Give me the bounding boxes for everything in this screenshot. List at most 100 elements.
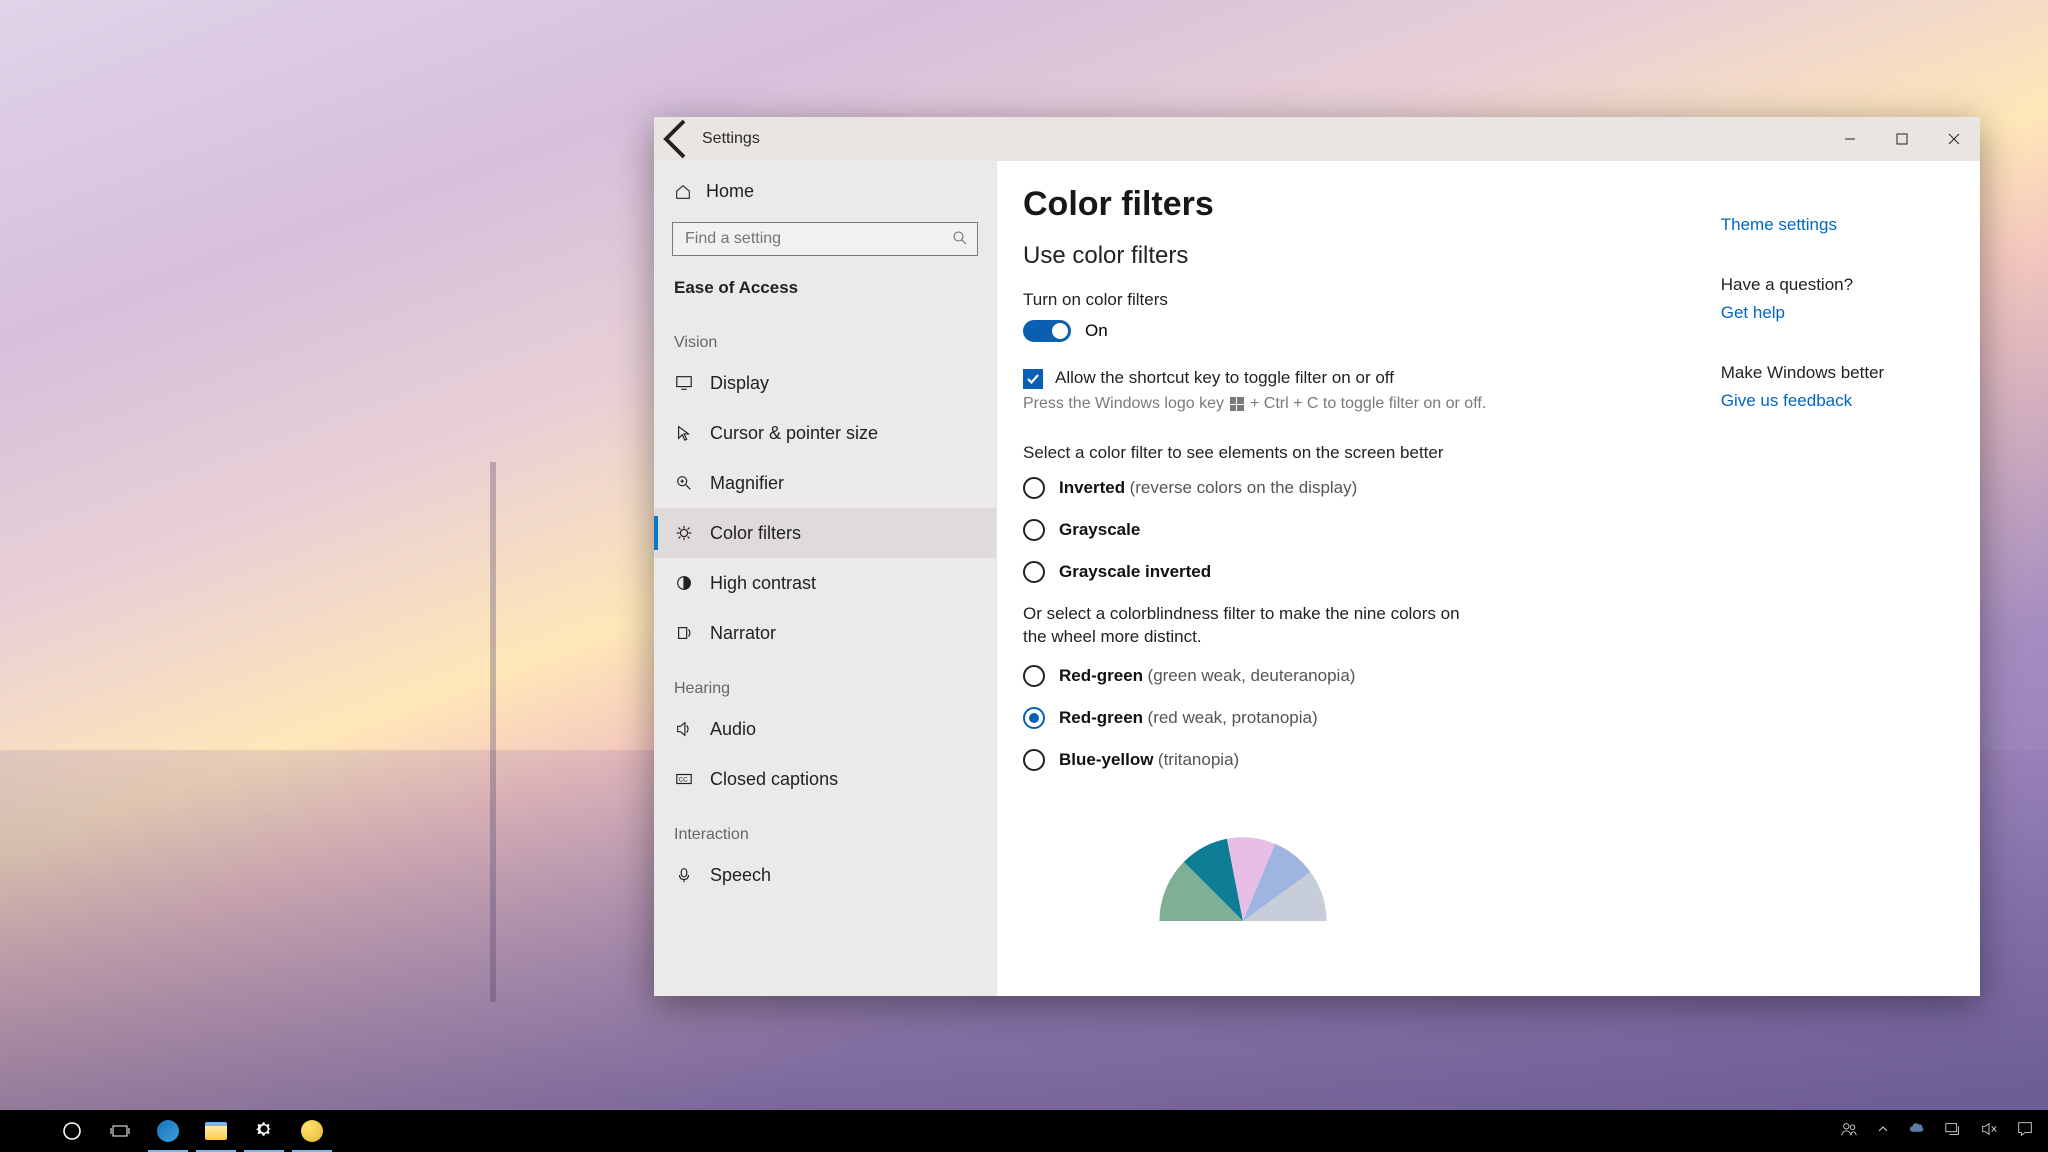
feedback-link[interactable]: Give us feedback bbox=[1721, 391, 1852, 410]
desktop: Settings Home Ease of Access Vision bbox=[0, 0, 2048, 1152]
cortana-icon bbox=[62, 1121, 82, 1141]
windows-icon bbox=[15, 1122, 33, 1140]
category-label: Ease of Access bbox=[654, 272, 996, 312]
sidebar-item-speech[interactable]: Speech bbox=[654, 850, 996, 900]
radio-protanopia[interactable]: Red-green (red weak, protanopia) bbox=[1023, 707, 1721, 729]
radio-icon bbox=[1023, 519, 1045, 541]
tray-chevron-icon[interactable] bbox=[1876, 1122, 1890, 1140]
sidebar-item-magnifier[interactable]: Magnifier bbox=[654, 458, 996, 508]
shortcut-checkbox[interactable] bbox=[1023, 369, 1043, 389]
taskbar-app-settings[interactable] bbox=[240, 1110, 288, 1152]
audio-icon bbox=[674, 719, 694, 739]
group-vision: Vision bbox=[654, 312, 996, 358]
task-view-button[interactable] bbox=[96, 1110, 144, 1152]
related-rail: Theme settings Have a question? Get help… bbox=[1721, 185, 1980, 996]
nav-label: Narrator bbox=[710, 623, 776, 644]
gear-icon bbox=[255, 1120, 273, 1143]
file-explorer-icon bbox=[205, 1122, 227, 1140]
radio-icon bbox=[1023, 749, 1045, 771]
group-hearing: Hearing bbox=[654, 658, 996, 704]
radio-inverted[interactable]: Inverted (reverse colors on the display) bbox=[1023, 477, 1721, 499]
sidebar-item-audio[interactable]: Audio bbox=[654, 704, 996, 754]
closed-captions-icon: CC bbox=[674, 769, 694, 789]
task-view-icon bbox=[110, 1121, 130, 1141]
minimize-button[interactable] bbox=[1824, 117, 1876, 161]
radio-tritanopia[interactable]: Blue-yellow (tritanopia) bbox=[1023, 749, 1721, 771]
cursor-icon bbox=[674, 423, 694, 443]
sidebar-item-closed-captions[interactable]: CC Closed captions bbox=[654, 754, 996, 804]
cortana-button[interactable] bbox=[48, 1110, 96, 1152]
people-icon[interactable] bbox=[1840, 1120, 1858, 1142]
toggle-state: On bbox=[1085, 321, 1108, 341]
onedrive-icon[interactable] bbox=[1908, 1120, 1926, 1142]
wallpaper-pole bbox=[490, 462, 496, 1002]
radio-icon bbox=[1023, 477, 1045, 499]
theme-settings-link[interactable]: Theme settings bbox=[1721, 215, 1837, 234]
close-button[interactable] bbox=[1928, 117, 1980, 161]
colorblindness-label: Or select a colorblindness filter to mak… bbox=[1023, 603, 1463, 649]
sidebar-item-high-contrast[interactable]: High contrast bbox=[654, 558, 996, 608]
nav-label: Color filters bbox=[710, 523, 801, 544]
content-area: Color filters Use color filters Turn on … bbox=[997, 161, 1980, 996]
svg-text:CC: CC bbox=[679, 777, 689, 784]
shortcut-checkbox-label: Allow the shortcut key to toggle filter … bbox=[1055, 368, 1394, 388]
taskbar-app-paint[interactable] bbox=[288, 1110, 336, 1152]
page-title: Color filters bbox=[1023, 185, 1721, 224]
color-filters-icon bbox=[674, 523, 694, 543]
search-input[interactable] bbox=[672, 222, 978, 256]
display-icon bbox=[674, 373, 694, 393]
narrator-icon bbox=[674, 623, 694, 643]
network-icon[interactable] bbox=[1944, 1120, 1962, 1142]
sidebar: Home Ease of Access Vision Display Curso… bbox=[654, 161, 997, 996]
search-icon bbox=[952, 230, 968, 246]
paint-icon bbox=[301, 1120, 323, 1142]
radio-grayscale-inverted[interactable]: Grayscale inverted bbox=[1023, 561, 1721, 583]
edge-icon bbox=[157, 1120, 179, 1142]
high-contrast-icon bbox=[674, 573, 694, 593]
main-panel: Color filters Use color filters Turn on … bbox=[1023, 185, 1721, 996]
home-button[interactable]: Home bbox=[654, 171, 996, 212]
maximize-button[interactable] bbox=[1876, 117, 1928, 161]
action-center-icon[interactable] bbox=[2016, 1120, 2034, 1142]
taskbar bbox=[0, 1110, 2048, 1152]
group-interaction: Interaction bbox=[654, 804, 996, 850]
taskbar-app-edge[interactable] bbox=[144, 1110, 192, 1152]
volume-muted-icon[interactable] bbox=[1980, 1120, 1998, 1142]
radio-icon bbox=[1023, 665, 1045, 687]
section-title: Use color filters bbox=[1023, 242, 1721, 270]
radio-deuteranopia[interactable]: Red-green (green weak, deuteranopia) bbox=[1023, 665, 1721, 687]
nav-label: Cursor & pointer size bbox=[710, 423, 878, 444]
question-heading: Have a question? bbox=[1721, 275, 1952, 295]
home-label: Home bbox=[706, 181, 754, 202]
radio-icon bbox=[1023, 561, 1045, 583]
nav-label: Closed captions bbox=[710, 769, 838, 790]
speech-icon bbox=[674, 865, 694, 885]
window-controls bbox=[1824, 117, 1980, 161]
get-help-link[interactable]: Get help bbox=[1721, 303, 1785, 322]
nav-label: Audio bbox=[710, 719, 756, 740]
radio-icon-selected bbox=[1023, 707, 1045, 729]
nav-label: Magnifier bbox=[710, 473, 784, 494]
window-title: Settings bbox=[702, 130, 760, 148]
back-button[interactable] bbox=[654, 115, 702, 163]
select-filter-label: Select a color filter to see elements on… bbox=[1023, 443, 1721, 463]
nav-label: Display bbox=[710, 373, 769, 394]
toggle-label: Turn on color filters bbox=[1023, 290, 1721, 310]
titlebar: Settings bbox=[654, 117, 1980, 161]
sidebar-item-display[interactable]: Display bbox=[654, 358, 996, 408]
sidebar-item-cursor[interactable]: Cursor & pointer size bbox=[654, 408, 996, 458]
shortcut-hint: Press the Windows logo key + Ctrl + C to… bbox=[1023, 395, 1721, 413]
taskbar-app-explorer[interactable] bbox=[192, 1110, 240, 1152]
nav-label: Speech bbox=[710, 865, 771, 886]
settings-window: Settings Home Ease of Access Vision bbox=[654, 117, 1980, 996]
radio-grayscale[interactable]: Grayscale bbox=[1023, 519, 1721, 541]
windows-key-icon bbox=[1230, 397, 1244, 411]
color-wheel-preview bbox=[1103, 831, 1383, 921]
sidebar-item-narrator[interactable]: Narrator bbox=[654, 608, 996, 658]
better-heading: Make Windows better bbox=[1721, 363, 1952, 383]
color-filters-toggle[interactable] bbox=[1023, 320, 1071, 342]
nav-label: High contrast bbox=[710, 573, 816, 594]
magnifier-icon bbox=[674, 473, 694, 493]
start-button[interactable] bbox=[0, 1110, 48, 1152]
sidebar-item-color-filters[interactable]: Color filters bbox=[654, 508, 996, 558]
